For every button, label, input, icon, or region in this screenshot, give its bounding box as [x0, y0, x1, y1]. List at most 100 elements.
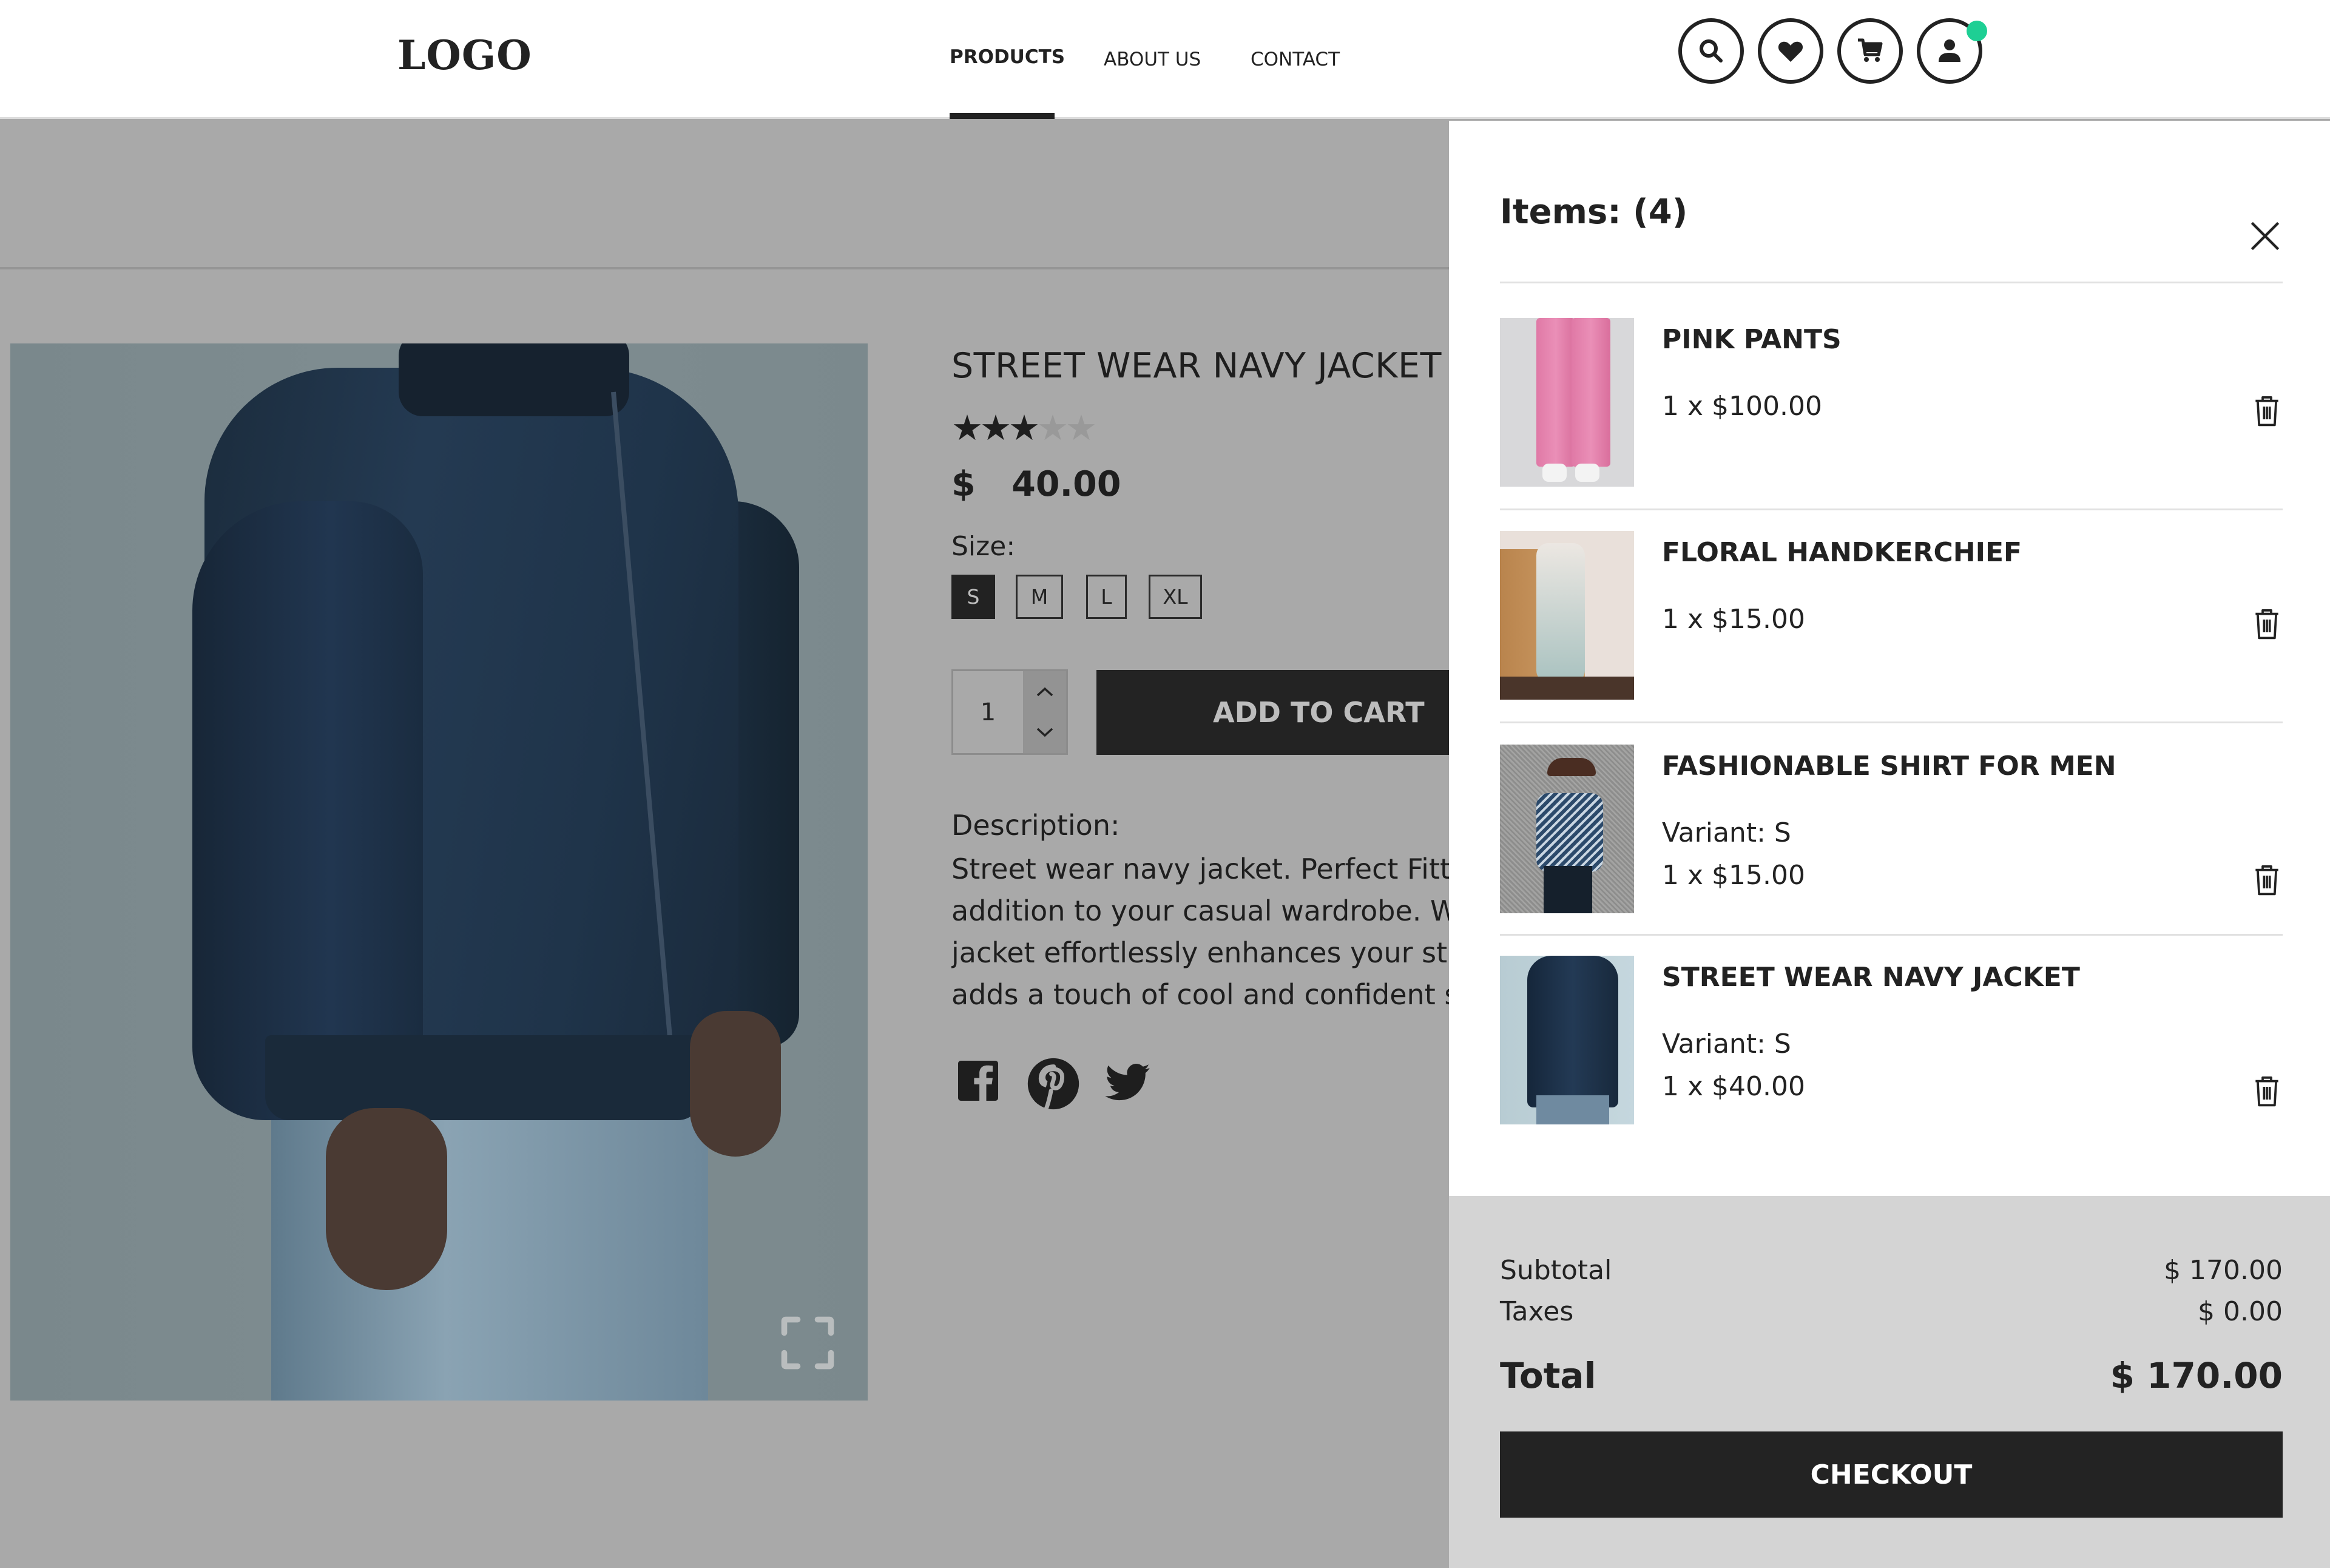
- thumb-detail: [1544, 866, 1592, 913]
- nav-products[interactable]: PRODUCTS: [950, 46, 1065, 68]
- heart-icon: [1778, 41, 1803, 62]
- nav-about-us[interactable]: ABOUT US: [1104, 49, 1201, 70]
- search-button[interactable]: [1678, 18, 1744, 84]
- product-price: $ 40.00: [951, 464, 1121, 504]
- item-thumbnail[interactable]: [1500, 956, 1634, 1124]
- description-label: Description:: [951, 809, 1120, 842]
- notification-badge: [1967, 21, 1987, 41]
- cart-drawer: Items: (4) PINK PANTS 1 x $100.00 FLORAL…: [1449, 121, 2330, 1568]
- thumb-detail: [1542, 464, 1567, 482]
- quantity-spinner: [1023, 671, 1066, 753]
- subtotal-value: $ 170.00: [2164, 1255, 2283, 1286]
- cart-item: FLORAL HANDKERCHIEF 1 x $15.00: [1500, 531, 2283, 701]
- image-jacket-sleeve: [192, 501, 423, 1120]
- subtotal-row: Subtotal $ 170.00: [1500, 1255, 2283, 1286]
- total-label: Total: [1500, 1355, 1596, 1396]
- item-name[interactable]: PINK PANTS: [1662, 324, 1842, 355]
- twitter-icon[interactable]: [1104, 1062, 1150, 1103]
- subtotal-label: Subtotal: [1500, 1255, 1612, 1286]
- thumb-detail: [1536, 318, 1575, 467]
- taxes-value: $ 0.00: [2198, 1296, 2283, 1327]
- quantity-decrease-button[interactable]: [1023, 712, 1066, 752]
- thumb-detail: [1536, 793, 1603, 872]
- cart-summary: Subtotal $ 170.00 Taxes $ 0.00 Total $ 1…: [1449, 1196, 2330, 1568]
- cart-button[interactable]: [1837, 18, 1903, 84]
- fullscreen-icon[interactable]: [774, 1309, 841, 1376]
- star-filled-icon: ★: [1008, 407, 1040, 448]
- trash-icon[interactable]: [2252, 607, 2281, 641]
- thumb-detail: [1575, 464, 1599, 482]
- facebook-icon[interactable]: [956, 1059, 1000, 1103]
- image-jacket-collar: [399, 343, 629, 416]
- total-row: Total $ 170.00: [1500, 1355, 2283, 1396]
- item-quantity-price: 1 x $15.00: [1662, 604, 1805, 635]
- chevron-up-icon: [1036, 687, 1053, 696]
- pinterest-icon[interactable]: [1025, 1056, 1081, 1112]
- item-quantity-price: 1 x $100.00: [1662, 391, 1822, 422]
- item-name[interactable]: FASHIONABLE SHIRT FOR MEN: [1662, 751, 2116, 782]
- cart-icon: [1858, 38, 1883, 62]
- wishlist-button[interactable]: [1758, 18, 1823, 84]
- quantity-increase-button[interactable]: [1023, 671, 1066, 712]
- item-quantity-price: 1 x $15.00: [1662, 860, 1805, 891]
- total-value: $ 170.00: [2110, 1355, 2283, 1396]
- nav-contact[interactable]: CONTACT: [1251, 49, 1340, 70]
- thumb-detail: [1527, 956, 1618, 1107]
- search-icon: [1700, 39, 1723, 63]
- taxes-label: Taxes: [1500, 1296, 1574, 1327]
- logo[interactable]: LOGO: [397, 32, 532, 79]
- page-banner: [0, 121, 1449, 269]
- size-option-m[interactable]: M: [1016, 575, 1063, 619]
- item-thumbnail[interactable]: [1500, 318, 1634, 487]
- thumb-detail: [1572, 318, 1610, 467]
- description-line: jacket effortlessly enhances your stree: [951, 936, 1449, 969]
- image-jacket-waistband: [265, 1035, 702, 1120]
- item-variant: Variant: S: [1662, 817, 1791, 848]
- thumb-detail: [1500, 677, 1634, 700]
- item-thumbnail[interactable]: [1500, 531, 1634, 700]
- thumb-detail: [1547, 758, 1596, 776]
- image-hand: [690, 1011, 781, 1157]
- product-title: STREET WEAR NAVY JACKET: [951, 346, 1442, 386]
- description-line: Street wear navy jacket. Perfect Fitting: [951, 853, 1449, 885]
- item-name[interactable]: STREET WEAR NAVY JACKET: [1662, 962, 2080, 993]
- description-line: adds a touch of cool and confident sty: [951, 978, 1449, 1011]
- product-description: Street wear navy jacket. Perfect Fitting…: [951, 848, 1449, 1016]
- size-option-xl[interactable]: XL: [1149, 575, 1202, 619]
- checkout-button[interactable]: CHECKOUT: [1500, 1431, 2283, 1518]
- taxes-row: Taxes $ 0.00: [1500, 1296, 2283, 1327]
- cart-title: Items: (4): [1500, 192, 1688, 232]
- item-thumbnail[interactable]: [1500, 745, 1634, 913]
- star-filled-icon: ★: [951, 407, 983, 448]
- divider: [1500, 282, 2283, 283]
- cart-item: FASHIONABLE SHIRT FOR MEN Variant: S 1 x…: [1500, 745, 2283, 914]
- description-line: addition to your casual wardrobe. With: [951, 894, 1449, 927]
- product-image[interactable]: [10, 343, 868, 1401]
- nav-active-indicator: [950, 113, 1055, 119]
- cart-item: STREET WEAR NAVY JACKET Variant: S 1 x $…: [1500, 956, 2283, 1126]
- close-icon[interactable]: [2249, 220, 2281, 252]
- image-hand: [326, 1108, 447, 1290]
- size-label: Size:: [951, 531, 1016, 562]
- star-filled-icon: ★: [980, 407, 1011, 448]
- chevron-down-icon: [1036, 728, 1053, 737]
- divider: [1500, 934, 2283, 936]
- divider: [1500, 509, 2283, 510]
- size-option-s[interactable]: S: [951, 575, 995, 619]
- divider: [1500, 721, 2283, 723]
- item-variant: Variant: S: [1662, 1029, 1791, 1059]
- quantity-stepper: 1: [951, 669, 1068, 755]
- size-option-l[interactable]: L: [1086, 575, 1127, 619]
- thumb-detail: [1536, 1095, 1609, 1124]
- site-header: LOGO PRODUCTS ABOUT US CONTACT: [0, 0, 2330, 119]
- cart-item: PINK PANTS 1 x $100.00: [1500, 318, 2283, 488]
- add-to-cart-button[interactable]: ADD TO CART: [1096, 670, 1449, 755]
- star-empty-icon: ★: [1037, 407, 1069, 448]
- trash-icon[interactable]: [2252, 1074, 2281, 1108]
- quantity-input[interactable]: 1: [953, 671, 1023, 753]
- star-empty-icon: ★: [1065, 407, 1097, 448]
- trash-icon[interactable]: [2252, 863, 2281, 897]
- item-name[interactable]: FLORAL HANDKERCHIEF: [1662, 537, 2022, 568]
- trash-icon[interactable]: [2252, 394, 2281, 428]
- user-icon: [1939, 39, 1960, 62]
